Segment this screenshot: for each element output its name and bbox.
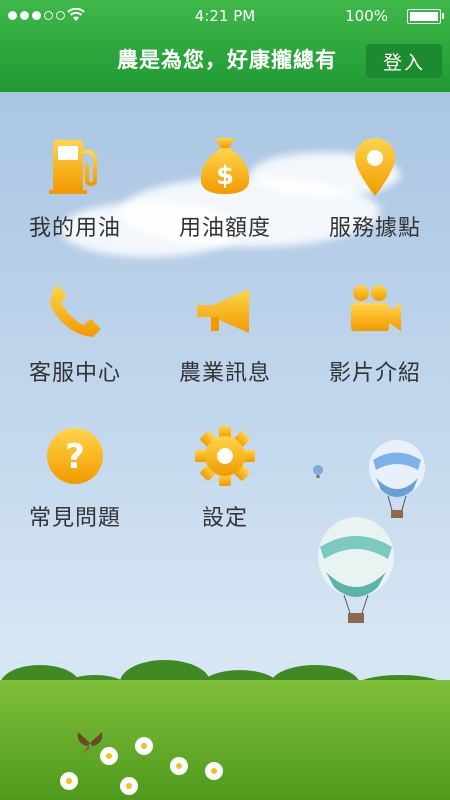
question-icon: ? <box>47 428 103 484</box>
top-bar: 4:21 PM 100% 農是為您，好康攏總有 登入 <box>0 0 450 92</box>
menu-item-video-intro[interactable]: 影片介紹 <box>300 237 450 386</box>
battery-percentage: 100% <box>345 7 388 25</box>
money-bag-icon: $ <box>200 138 250 194</box>
menu-label: 影片介紹 <box>328 361 421 386</box>
svg-text:?: ? <box>65 437 85 477</box>
phone-icon <box>50 285 101 337</box>
daisy-flower <box>205 762 223 780</box>
battery-fill <box>410 12 438 21</box>
daisy-flower <box>120 777 138 795</box>
balloon-icon <box>369 440 425 518</box>
daisy-flower <box>135 737 153 755</box>
battery-icon <box>407 9 444 24</box>
menu-item-fuel-quota[interactable]: $ 用油額度 <box>150 92 300 241</box>
daisy-flower <box>60 772 78 790</box>
svg-text:$: $ <box>216 161 234 191</box>
gear-icon <box>195 426 255 486</box>
menu-item-my-fuel[interactable]: 我的用油 <box>0 92 150 241</box>
menu-item-customer-service[interactable]: 客服中心 <box>0 237 150 386</box>
fuel-pump-icon <box>49 140 97 194</box>
page-title: 農是為您，好康攏總有 <box>117 48 337 72</box>
video-camera-icon <box>351 285 401 331</box>
menu-label: 常見問題 <box>28 506 121 531</box>
small-balloon-icon <box>313 465 323 478</box>
butterfly-icon <box>77 732 103 754</box>
menu-label: 設定 <box>201 506 248 531</box>
menu-item-agri-news[interactable]: 農業訊息 <box>150 237 300 386</box>
status-bar: 4:21 PM 100% <box>0 0 450 32</box>
balloon-icon <box>318 517 394 623</box>
location-pin-icon <box>355 138 395 196</box>
menu-item-faq[interactable]: ? 常見問題 <box>0 382 150 531</box>
megaphone-icon <box>197 289 249 333</box>
menu-item-service-locations[interactable]: 服務據點 <box>300 92 450 241</box>
menu-item-settings[interactable]: 設定 <box>150 382 300 531</box>
login-button[interactable]: 登入 <box>366 44 442 78</box>
daisy-flower <box>170 757 188 775</box>
